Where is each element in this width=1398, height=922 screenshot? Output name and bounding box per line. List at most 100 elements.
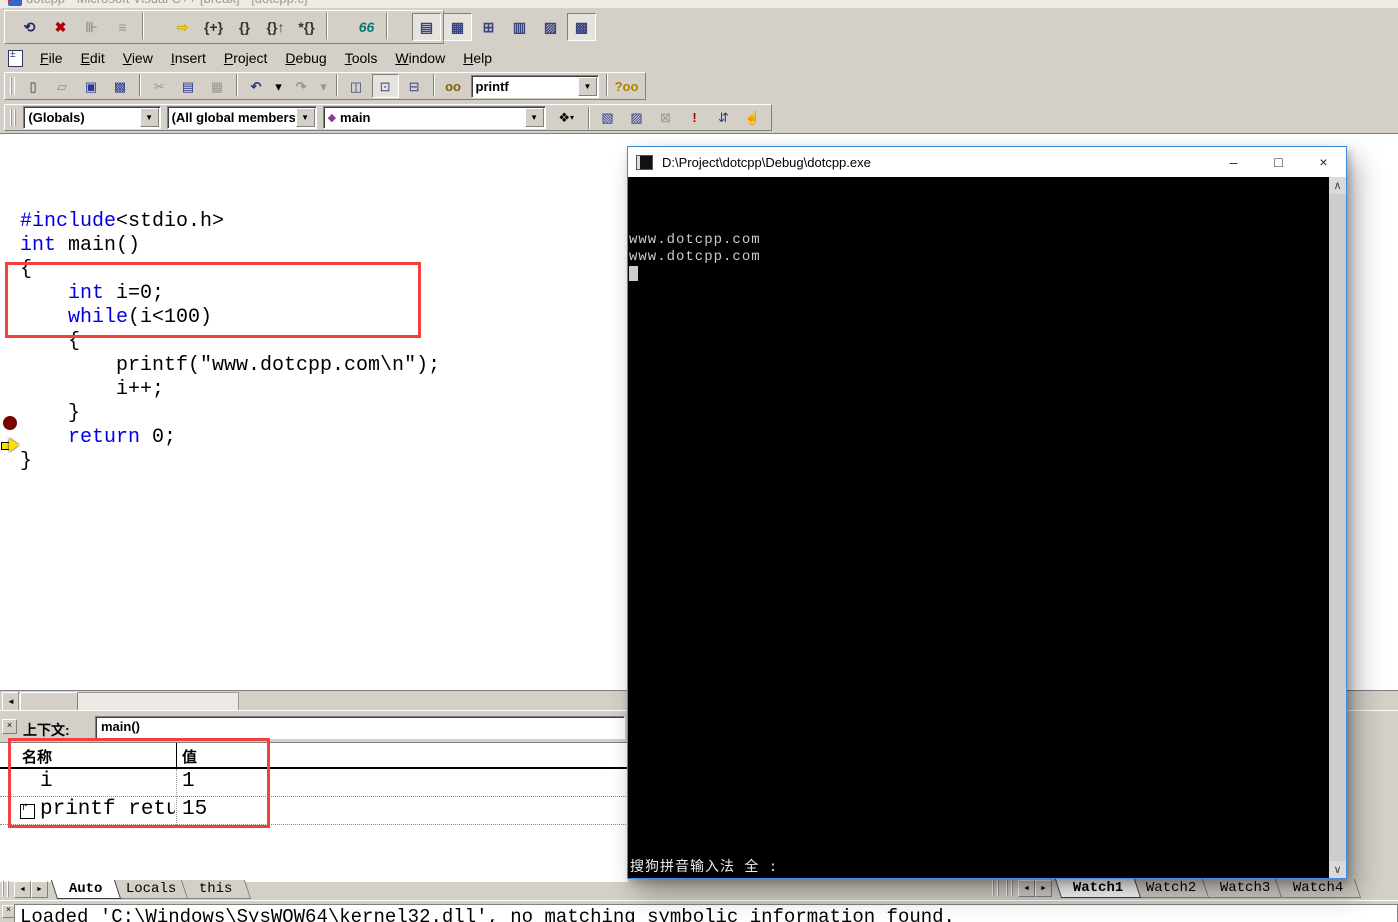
classes-combo[interactable]: (Globals) ▼ [23, 106, 160, 129]
memory-window-icon[interactable]: ▥ [505, 13, 534, 41]
pane-tab[interactable]: Watch4 [1275, 879, 1362, 898]
debug-toolbar: ⟲✖⊪≡ ⇨{+}{}{}↑*{} 66 ▤▦⊞▥▨▩ [0, 8, 1398, 46]
step-into-icon[interactable]: {+} [199, 13, 228, 41]
code-line: return 0; [20, 426, 440, 450]
paste-icon[interactable]: ▦ [204, 74, 231, 98]
compile-icon[interactable]: ▧ [594, 106, 621, 130]
stop-build-icon[interactable]: ⊠ [652, 106, 679, 130]
column-name[interactable]: 名称 [22, 746, 52, 767]
find-combo[interactable]: printf ▼ [471, 75, 599, 98]
undo-dropdown-icon[interactable]: ▾ [272, 74, 286, 98]
variable-value: 1 [182, 770, 195, 793]
menu-item[interactable]: Help [454, 47, 501, 69]
toolbar-button[interactable] [430, 74, 438, 96]
copy-icon[interactable]: ▤ [175, 74, 202, 98]
restart-icon[interactable]: ⟲ [15, 13, 44, 41]
menu-item[interactable]: Insert [162, 47, 215, 69]
toolbar-button[interactable] [383, 13, 410, 39]
menu-item[interactable]: Edit [72, 47, 114, 69]
chevron-down-icon[interactable]: ▼ [296, 108, 315, 127]
toolbar-button[interactable] [139, 13, 166, 39]
watch-window-icon[interactable]: ▤ [412, 13, 441, 41]
output-text: Loaded 'C:\Windows\SysWOW64\kernel32.dll… [20, 906, 1397, 922]
remove-breakpoints-icon[interactable]: ☝ [739, 106, 766, 130]
registers-window-icon[interactable]: ⊞ [474, 13, 503, 41]
members-combo[interactable]: (All global members) ▼ [167, 106, 317, 129]
window-list-icon[interactable]: ⊟ [401, 74, 428, 98]
toolbar-button[interactable] [333, 74, 341, 96]
chevron-down-icon[interactable]: ▼ [578, 77, 597, 96]
scroll-down-icon[interactable]: ∨ [1329, 861, 1346, 878]
disassembly-icon[interactable]: ▩ [567, 13, 596, 41]
call-stack-icon[interactable]: ▨ [536, 13, 565, 41]
console-titlebar[interactable]: D:\Project\dotcpp\Debug\dotcpp.exe –□× [628, 147, 1346, 177]
toolbar-button[interactable] [603, 74, 611, 96]
apply-code-changes-icon[interactable]: ≡ [108, 13, 137, 41]
menu-item[interactable]: Debug [276, 47, 335, 69]
minimize-button[interactable]: – [1211, 147, 1256, 177]
breakpoint-icon[interactable] [3, 416, 17, 430]
run-to-cursor-icon[interactable]: *{} [292, 13, 321, 41]
build-icon[interactable]: ▨ [623, 106, 650, 130]
show-next-statement-icon[interactable]: ⇨ [168, 13, 197, 41]
stop-debugging-icon[interactable]: ✖ [46, 13, 75, 41]
toolbar-button[interactable] [323, 13, 350, 39]
go-icon[interactable]: ⇵ [710, 106, 737, 130]
pane-tab[interactable]: Auto [51, 880, 121, 899]
save-all-icon[interactable]: ▩ [107, 74, 134, 98]
console-cursor [629, 266, 638, 281]
search-help-icon[interactable]: ?oo [613, 74, 640, 98]
close-button[interactable]: × [1301, 147, 1346, 177]
column-divider[interactable] [176, 743, 177, 767]
workspace-window-icon[interactable]: ◫ [343, 74, 370, 98]
undo-icon[interactable]: ↶ [243, 74, 270, 98]
printf retu[interactable]: printf retu 15 [0, 797, 628, 825]
find-in-files-icon[interactable]: oo [440, 74, 467, 98]
toolbar-grip[interactable] [10, 77, 15, 95]
menu-item[interactable]: View [114, 47, 162, 69]
tab-scroll-right-icon[interactable]: ► [1035, 880, 1052, 897]
toolbar-button[interactable] [233, 74, 241, 96]
quick-watch-icon[interactable]: 66 [352, 13, 381, 41]
redo-dropdown-icon[interactable]: ▾ [317, 74, 331, 98]
output-box[interactable]: Loaded 'C:\Windows\SysWOW64\kernel32.dll… [14, 904, 1398, 922]
pane-tab[interactable]: this [181, 880, 251, 899]
console-body[interactable]: www.dotcpp.comwww.dotcpp.com 搜狗拼音输入法 全 : [628, 177, 1329, 878]
menu-item[interactable]: Window [386, 47, 454, 69]
variables-tabstrip: ◄ ► AutoLocalsthis [0, 880, 600, 901]
chevron-down-icon[interactable]: ▼ [525, 108, 544, 127]
tab-scroll-right-icon[interactable]: ► [31, 881, 48, 898]
hscroll-thumb[interactable] [20, 692, 78, 711]
toolbar-grip[interactable] [10, 109, 16, 127]
i[interactable]: i 1 [0, 769, 628, 797]
tab-scroll-left-icon[interactable]: ◄ [1018, 880, 1035, 897]
toolbar-button[interactable] [136, 74, 144, 96]
function-combo[interactable]: ◆ main ▼ [323, 106, 546, 129]
expand-icon[interactable] [20, 804, 35, 819]
tab-scroll-left-icon[interactable]: ◄ [14, 881, 31, 898]
console-scrollbar[interactable]: ∧ ∨ [1329, 177, 1346, 878]
output-window-icon[interactable]: ⊡ [372, 74, 399, 98]
close-icon[interactable]: × [2, 719, 17, 734]
step-over-icon[interactable]: {} [230, 13, 259, 41]
pane-tab[interactable]: Watch1 [1055, 879, 1142, 898]
context-combo[interactable]: main() [95, 716, 625, 739]
break-execution-icon[interactable]: ⊪ [77, 13, 106, 41]
new-file-icon[interactable]: ▯ [20, 74, 47, 98]
cut-icon[interactable]: ✂ [146, 74, 173, 98]
open-file-icon[interactable]: ▱ [49, 74, 76, 98]
save-icon[interactable]: ▣ [78, 74, 105, 98]
wizard-actions-icon[interactable]: ❖▾ [550, 106, 583, 130]
variables-window-icon[interactable]: ▦ [443, 13, 472, 41]
execute-program-icon[interactable]: ! [681, 106, 708, 130]
column-value[interactable]: 值 [182, 746, 197, 767]
maximize-button[interactable]: □ [1256, 147, 1301, 177]
redo-icon[interactable]: ↷ [288, 74, 315, 98]
chevron-down-icon[interactable]: ▼ [140, 108, 159, 127]
menu-item[interactable]: Project [215, 47, 277, 69]
wizard-bar: (Globals) ▼ (All global members) ▼ ◆ mai… [0, 102, 1398, 135]
menu-item[interactable]: File [31, 47, 72, 69]
scroll-up-icon[interactable]: ∧ [1329, 177, 1346, 194]
menu-item[interactable]: Tools [336, 47, 387, 69]
step-out-icon[interactable]: {}↑ [261, 13, 290, 41]
